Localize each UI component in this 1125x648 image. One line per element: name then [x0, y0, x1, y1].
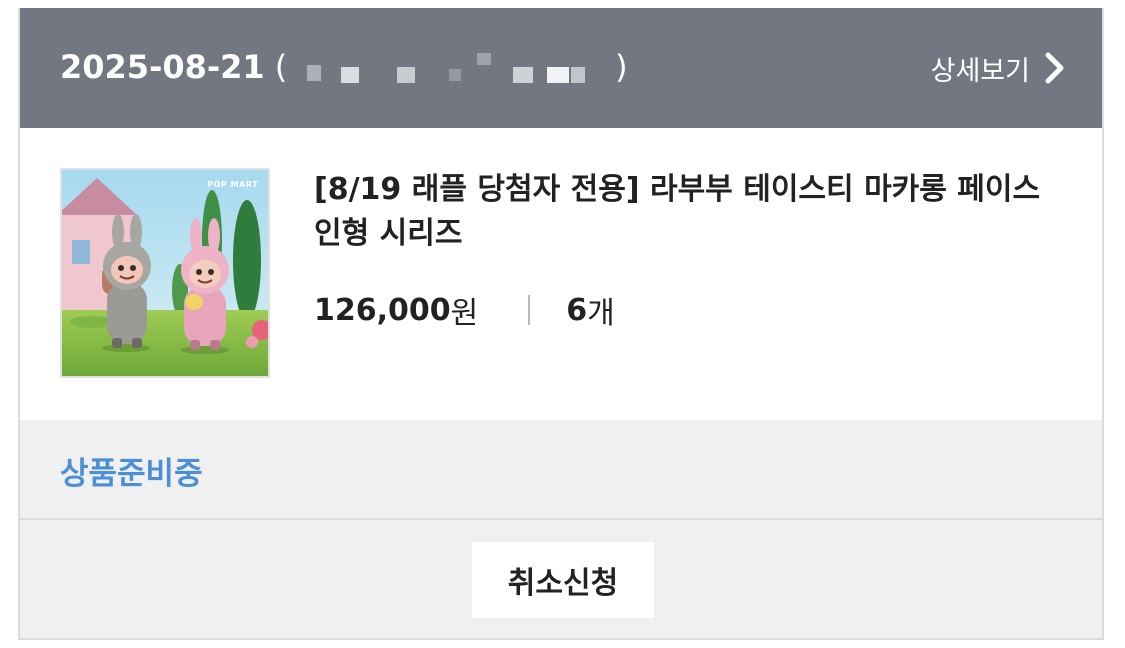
price-quantity-row: 126,000 원 6 개 — [314, 288, 615, 332]
quantity-unit: 개 — [587, 296, 615, 331]
product-quantity: 6 — [566, 292, 588, 328]
order-status: 상품준비중 — [60, 456, 203, 492]
paren-close: ) — [615, 48, 628, 86]
product-title[interactable]: [8/19 래플 당첨자 전용] 라부부 테이스티 마카롱 페이스 인형 시리즈 — [314, 168, 1102, 256]
detail-link-label: 상세보기 — [930, 55, 1030, 87]
order-card: 2025-08-21 ( ) 상세보기 POP MART [8/19 래플 당첨… — [18, 8, 1104, 640]
order-date: 2025-08-21 — [60, 48, 265, 86]
order-date-row: 2025-08-21 ( ) — [60, 44, 628, 90]
order-status-bar: 상품준비중 — [20, 420, 1102, 520]
chevron-right-icon — [1042, 46, 1070, 90]
order-detail-link[interactable]: 상세보기 — [931, 46, 1070, 90]
product-title-line1: [8/19 래플 당첨자 전용] 라부부 테이스티 마카롱 페이스 — [314, 172, 1041, 207]
order-header: 2025-08-21 ( ) 상세보기 — [20, 8, 1102, 128]
product-price: 126,000 — [314, 292, 451, 328]
product-thumbnail[interactable]: POP MART — [60, 168, 270, 378]
product-title-line2: 인형 시리즈 — [314, 216, 463, 251]
cancel-request-button[interactable]: 취소신청 — [472, 542, 654, 618]
paren-open: ( — [274, 48, 288, 86]
action-area: 취소신청 — [20, 520, 1102, 638]
masked-order-number — [291, 47, 611, 87]
price-unit: 원 — [450, 296, 479, 331]
thumbnail-brand-logo: POP MART — [207, 180, 258, 189]
price-quantity-divider — [528, 295, 531, 325]
product-row[interactable]: POP MART [8/19 래플 당첨자 전용] 라부부 테이스티 마카롱 페… — [20, 128, 1102, 420]
